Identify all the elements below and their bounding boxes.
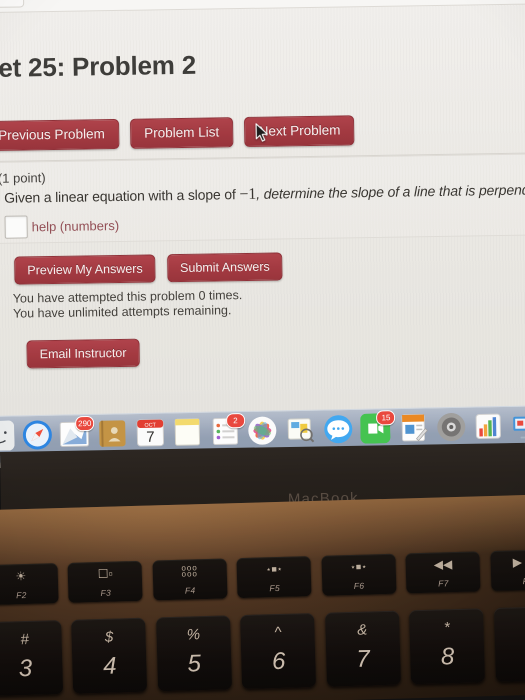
breadcrumb-home-box[interactable]	[0, 0, 25, 8]
key-f3-label: F3	[100, 587, 112, 598]
key-8-shift-label: *	[443, 619, 450, 637]
laptop-keyboard-deck: ☀ F2 ☐▫ F3 ooo ooo F4 ⋆■⋆ F5 ⋆■⋆ F6 ◀◀ F…	[0, 494, 525, 700]
messages-icon	[323, 414, 354, 445]
photos-icon	[248, 415, 279, 446]
key-6-label: 6	[271, 647, 286, 676]
problem-statement: Given a linear equation with a slope of …	[4, 181, 525, 208]
key-f8[interactable]: ▶❙❙ F8	[490, 548, 525, 592]
svg-text:7: 7	[146, 429, 155, 446]
key-9-label: 9	[495, 640, 525, 670]
statement-text-post: , determine the slope of a line that is …	[256, 180, 525, 202]
svg-text:OCT: OCT	[144, 422, 156, 428]
problem-panel: (1 point) Given a linear equation with a…	[0, 153, 525, 245]
email-instructor-button[interactable]: Email Instructor	[26, 338, 140, 369]
reminders-badge: 2	[225, 412, 246, 429]
key-f4[interactable]: ooo ooo F4	[152, 558, 228, 601]
key-7-label: 7	[356, 645, 371, 673]
previous-problem-button[interactable]: Previous Problem	[0, 118, 119, 152]
key-5[interactable]: % 5	[155, 615, 233, 692]
key-3[interactable]: # 3	[0, 620, 64, 697]
preview-my-answers-button[interactable]: Preview My Answers	[14, 254, 156, 285]
help-numbers-link[interactable]: help (numbers)	[32, 218, 120, 234]
key-f5-label: F5	[269, 582, 281, 594]
email-instructor-row: Email Instructor	[26, 338, 146, 369]
answer-input[interactable]	[4, 215, 28, 239]
key-3-label: 3	[18, 654, 33, 683]
key-9-shift-label: (	[494, 616, 525, 635]
key-f6-label: F6	[353, 580, 365, 591]
statement-slope-value: −1	[239, 185, 257, 204]
dock-item-keynote[interactable]	[511, 410, 525, 441]
number-key-row: # 3 $ 4 % 5 ^ 6 & 7 * 8	[0, 605, 525, 697]
key-f7[interactable]: ◀◀ F7	[405, 551, 481, 594]
key-3-shift-label: #	[20, 630, 30, 649]
key-5-label: 5	[187, 650, 202, 678]
keyboard-brightness-down-icon: ⋆■⋆	[265, 563, 283, 575]
keyboard-brightness-up-icon: ⋆■⋆	[350, 561, 368, 572]
key-f3[interactable]: ☐▫ F3	[67, 560, 144, 603]
contacts-icon	[97, 418, 128, 449]
key-8[interactable]: * 8	[409, 608, 486, 685]
dock-item-photos[interactable]	[248, 415, 279, 446]
key-f2[interactable]: ☀ F2	[0, 563, 59, 606]
notes-icon	[172, 417, 203, 448]
key-9[interactable]: ( 9	[493, 605, 525, 682]
play-pause-icon: ▶❙❙	[512, 554, 525, 570]
page-title: Set 25: Problem 2	[0, 49, 197, 84]
key-f4-label: F4	[184, 585, 196, 596]
dock-item-preview[interactable]	[285, 415, 316, 446]
system-preferences-icon	[436, 412, 467, 443]
key-6[interactable]: ^ 6	[240, 612, 317, 690]
dock-item-pages[interactable]	[398, 412, 429, 443]
attempt-status: You have attempted this problem 0 times.…	[13, 288, 243, 322]
submit-answers-button[interactable]: Submit Answers	[166, 252, 283, 283]
key-f5[interactable]: ⋆■⋆ F5	[236, 556, 312, 599]
key-7[interactable]: & 7	[324, 610, 401, 687]
dock-item-system-preferences[interactable]	[436, 412, 467, 443]
dock-item-facetime[interactable]: 15	[360, 410, 396, 444]
answer-row: help (numbers)	[4, 214, 119, 239]
laptop-screen: webwork / s_frcc_mat12191c_202120 / Set_…	[0, 0, 525, 468]
problem-list-button[interactable]: Problem List	[129, 117, 234, 149]
pages-icon	[398, 412, 429, 443]
dock-item-safari[interactable]	[22, 420, 53, 451]
facetime-badge: 15	[376, 410, 396, 426]
dock-item-finder[interactable]	[0, 420, 15, 456]
dock-item-notes[interactable]	[172, 417, 203, 453]
key-4-shift-label: $	[104, 628, 114, 646]
numbers-icon	[473, 411, 504, 442]
key-7-shift-label: &	[357, 621, 368, 639]
key-f2-label: F2	[15, 590, 27, 601]
dock-item-mail[interactable]: 290	[59, 415, 95, 455]
rewind-icon: ◀◀	[433, 557, 453, 572]
statement-text-pre: Given a linear equation with a slope of	[4, 186, 240, 206]
dock-item-reminders[interactable]: 2	[210, 412, 246, 447]
answer-actions: Preview My Answers Submit Answers	[14, 252, 290, 285]
dock-item-numbers[interactable]	[473, 411, 504, 442]
key-5-shift-label: %	[186, 626, 201, 644]
key-f7-label: F7	[438, 578, 449, 589]
key-f8-label: F8	[522, 575, 525, 587]
problem-navigation: Previous Problem Problem List Next Probl…	[0, 115, 362, 152]
finder-icon	[0, 420, 15, 451]
problem-points: (1 point)	[0, 170, 46, 186]
key-4[interactable]: $ 4	[71, 617, 148, 694]
key-f6[interactable]: ⋆■⋆ F6	[321, 553, 397, 596]
dock-item-contacts[interactable]	[97, 418, 128, 449]
calendar-icon: OCT 7	[135, 418, 166, 449]
preview-icon	[285, 415, 316, 446]
photo-of-laptop-screen: webwork / s_frcc_mat12191c_202120 / Set_…	[0, 0, 525, 700]
mission-control-icon: ☐▫	[97, 566, 113, 582]
brightness-up-icon: ☀	[15, 569, 27, 584]
key-8-label: 8	[440, 643, 455, 671]
key-4-label: 4	[102, 652, 117, 680]
dock-item-calendar[interactable]: OCT 7	[135, 418, 166, 449]
key-6-shift-label: ^	[274, 623, 282, 642]
keynote-icon	[511, 410, 525, 441]
launchpad-icon: ooo ooo	[181, 563, 199, 579]
mail-badge: 290	[74, 415, 95, 432]
safari-icon	[22, 420, 53, 451]
next-problem-button[interactable]: Next Problem	[244, 115, 355, 147]
dock-item-messages[interactable]	[323, 414, 354, 450]
